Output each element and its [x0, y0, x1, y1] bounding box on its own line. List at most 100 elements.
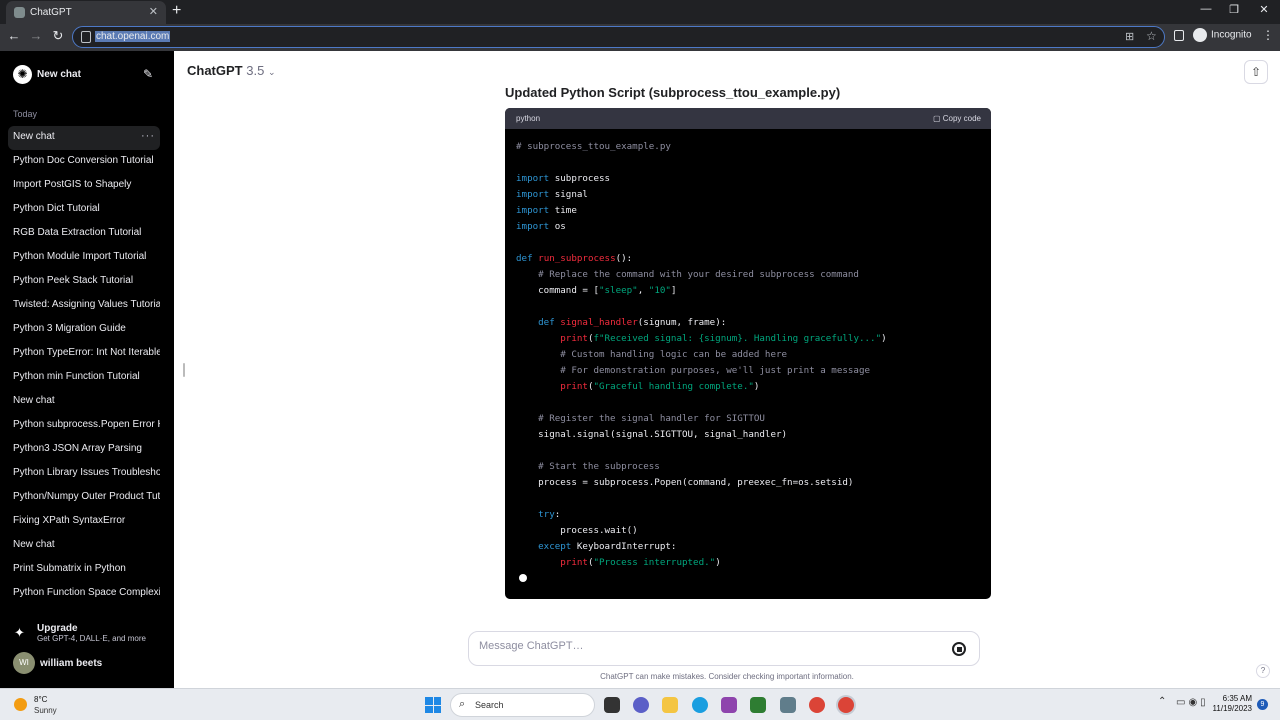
sidebar-item-chat[interactable]: Python Function Space Complexity — [8, 582, 160, 606]
code-line: process = subprocess.Popen(command, pree… — [516, 475, 991, 491]
code-token: # For demonstration purposes, we'll just… — [560, 365, 871, 376]
notepad-app-icon[interactable] — [750, 697, 766, 713]
side-panel-icon[interactable] — [1174, 30, 1184, 41]
code-token: process = subprocess.Popen(command, pree… — [516, 477, 854, 488]
new-chat-button[interactable]: New chat — [37, 69, 81, 80]
sidebar-resize-handle[interactable] — [183, 363, 185, 377]
sparkle-icon[interactable]: ✦ — [14, 625, 25, 641]
chrome-icon[interactable] — [809, 697, 825, 713]
help-icon[interactable]: ? — [1256, 664, 1270, 678]
sidebar-item-chat[interactable]: Python Peek Stack Tutorial — [8, 270, 160, 294]
taskbar-clock[interactable]: 6:35 AM 11/19/2023 — [1212, 694, 1252, 714]
sidebar-item-chat[interactable]: Python Library Issues Troubleshooting — [8, 462, 160, 486]
sidebar-item-chat[interactable]: Python/Numpy Outer Product Tutorial — [8, 486, 160, 510]
chrome-incognito-icon[interactable] — [838, 697, 854, 713]
forward-arrow-icon[interactable]: → — [28, 28, 44, 43]
sun-icon[interactable] — [14, 698, 27, 711]
sidebar-item-chat[interactable]: New chat — [8, 126, 160, 150]
vpn-app-icon[interactable] — [721, 697, 737, 713]
openai-logo-icon[interactable]: ✺ — [13, 65, 32, 84]
weather-temperature[interactable]: 8°C — [34, 695, 47, 704]
chat-app-icon[interactable] — [633, 697, 649, 713]
message-input[interactable] — [479, 640, 929, 652]
sidebar-item-chat[interactable]: New chat — [8, 390, 160, 414]
browser-tab[interactable]: ChatGPT ✕ — [6, 1, 166, 24]
taskbar-search[interactable]: ⌕ Search — [450, 693, 595, 717]
code-line: try: — [516, 507, 991, 523]
stop-generating-icon[interactable] — [952, 642, 966, 656]
incognito-indicator[interactable]: Incognito — [1193, 28, 1252, 42]
sidebar-item-chat[interactable]: Python subprocess.Popen Error Handling — [8, 414, 160, 438]
system-tray-icons[interactable]: ▭◉▯ — [1176, 697, 1209, 708]
sidebar-item-chat[interactable]: Python min Function Tutorial — [8, 366, 160, 390]
code-line: import time — [516, 203, 991, 219]
sidebar-item-chat[interactable]: RGB Data Extraction Tutorial — [8, 222, 160, 246]
message-composer[interactable] — [468, 631, 980, 666]
image-app-icon[interactable] — [780, 697, 796, 713]
code-token: print — [560, 333, 588, 344]
address-bar[interactable]: chat.openai.com ⊞ ☆ — [72, 26, 1165, 48]
sidebar-item-chat[interactable]: Python3 JSON Array Parsing — [8, 438, 160, 462]
code-token: import — [516, 189, 550, 200]
url-text[interactable]: chat.openai.com — [95, 31, 171, 42]
code-line: # Custom handling logic can be added her… — [516, 347, 991, 363]
notification-badge[interactable]: 9 — [1257, 699, 1268, 710]
minimize-icon[interactable]: — — [1196, 3, 1216, 15]
code-block: python ▢ Copy code # subprocess_ttou_exa… — [505, 108, 991, 599]
model-name: ChatGPT — [187, 63, 243, 78]
reload-icon[interactable]: ↻ — [50, 28, 66, 44]
sidebar-item-chat[interactable]: Python TypeError: Int Not Iterable — [8, 342, 160, 366]
sidebar-item-chat[interactable]: New chat — [8, 534, 160, 558]
sidebar-item-chat[interactable]: Print Submatrix in Python — [8, 558, 160, 582]
code-token: # subprocess_ttou_example.py — [516, 141, 671, 152]
sidebar-item-chat[interactable]: Python Doc Conversion Tutorial — [8, 150, 160, 174]
windows-taskbar: 8°C Sunny ⌕ Search ⌃ ▭◉▯ 6:35 AM 11/19/2… — [0, 688, 1280, 720]
share-icon[interactable]: ⇧ — [1244, 60, 1268, 84]
upgrade-button[interactable]: Upgrade — [37, 623, 78, 634]
browser-menu-icon[interactable]: ⋮ — [1262, 28, 1274, 42]
browser-tab-strip: ChatGPT ✕ + — ❐ ✕ — [0, 0, 1280, 24]
copy-code-label: Copy code — [942, 114, 981, 123]
avatar[interactable]: WI — [13, 652, 35, 674]
code-token: subprocess — [549, 173, 611, 184]
site-info-icon[interactable] — [81, 31, 91, 43]
sidebar: ✺ New chat ✎ Today New chat Python Doc Co… — [0, 51, 174, 688]
code-token: # Custom handling logic can be added her… — [560, 349, 788, 360]
copy-code-button[interactable]: ▢ Copy code — [933, 114, 981, 123]
more-options-icon[interactable]: ··· — [141, 130, 155, 142]
new-tab-icon[interactable]: + — [172, 2, 181, 20]
code-token: # Register the signal handler for SIGTTO… — [538, 413, 765, 424]
windows-start-icon[interactable] — [425, 697, 441, 713]
code-token: "sleep" — [598, 285, 638, 296]
file-explorer-icon[interactable] — [662, 697, 678, 713]
back-arrow-icon[interactable]: ← — [6, 28, 22, 43]
code-token: ) — [753, 381, 760, 392]
show-hidden-icons-icon[interactable]: ⌃ — [1158, 696, 1166, 707]
sidebar-item-chat[interactable]: Import PostGIS to Shapely — [8, 174, 160, 198]
bookmark-star-icon[interactable]: ☆ — [1146, 29, 1157, 43]
window-close-icon[interactable]: ✕ — [1254, 3, 1274, 16]
user-name[interactable]: william beets — [40, 658, 102, 669]
sidebar-item-chat[interactable]: Twisted: Assigning Values Tutorial — [8, 294, 160, 318]
code-token: signal — [549, 189, 588, 200]
tab-close-icon[interactable]: ✕ — [149, 5, 158, 18]
code-token: , — [637, 285, 649, 296]
model-selector[interactable]: ChatGPT 3.5 ⌄ — [187, 63, 276, 78]
weather-condition[interactable]: Sunny — [34, 706, 57, 715]
compose-icon[interactable]: ✎ — [143, 67, 153, 81]
restore-icon[interactable]: ❐ — [1224, 3, 1244, 16]
task-view-icon[interactable] — [604, 697, 620, 713]
incognito-label: Incognito — [1211, 29, 1252, 41]
code-token: print — [560, 381, 588, 392]
sidebar-item-chat[interactable]: Python Module Import Tutorial — [8, 246, 160, 270]
install-app-icon[interactable]: ⊞ — [1125, 30, 1134, 43]
sidebar-item-chat[interactable]: Fixing XPath SyntaxError — [8, 510, 160, 534]
code-line: except KeyboardInterrupt: — [516, 539, 991, 555]
code-token: command = [ — [516, 285, 599, 296]
code-line: signal.signal(signal.SIGTTOU, signal_han… — [516, 427, 991, 443]
sidebar-item-chat[interactable]: Python Dict Tutorial — [8, 198, 160, 222]
sidebar-item-chat[interactable]: Python 3 Migration Guide — [8, 318, 160, 342]
edge-browser-icon[interactable] — [692, 697, 708, 713]
